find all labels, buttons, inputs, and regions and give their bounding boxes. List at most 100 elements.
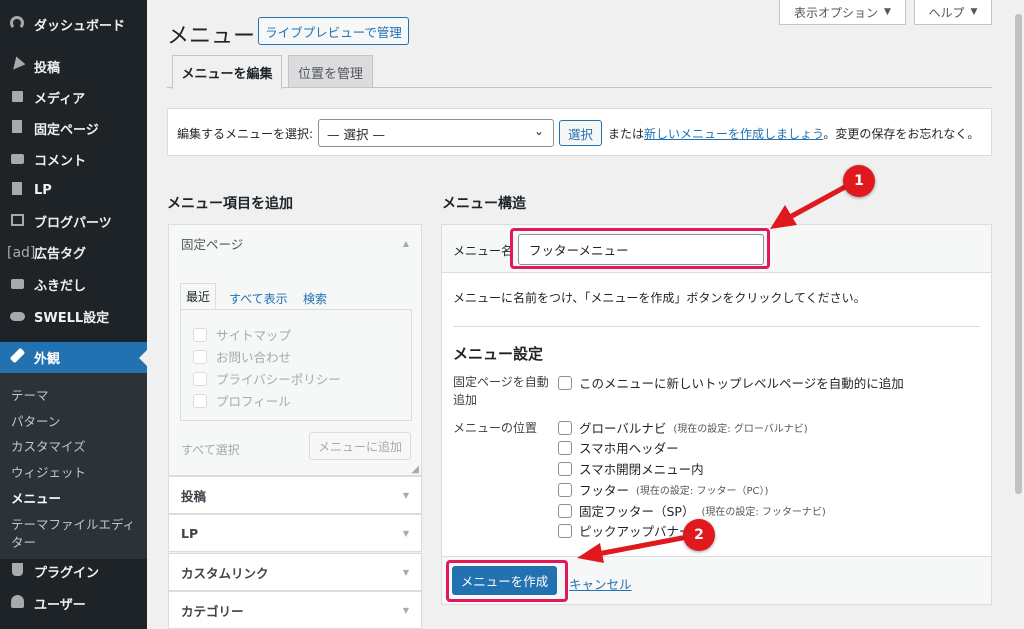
checkbox[interactable] [193,327,207,342]
caret-down-icon: ▼ [884,7,891,17]
live-preview-button[interactable]: ライブプレビューで管理 [258,17,409,45]
page-option-label: プロフィール [216,394,291,409]
sidebar-item-swell-settings[interactable]: SWELL設定 [0,301,147,332]
checkbox[interactable] [558,375,572,390]
select-all-label[interactable]: すべて選択 [181,441,240,458]
create-new-menu-link[interactable]: 新しいメニューを作成しましょう [644,127,823,141]
submenu-item-widgets[interactable]: ウィジェット [11,462,86,481]
checkbox[interactable] [558,503,572,518]
sidebar-item-label: メディア [34,92,86,107]
media-icon [7,90,27,106]
menu-edit-panel: メニュー名 フッターメニュー メニューに名前をつけ、「メニューを作成」ボタンをク… [441,224,992,605]
accordion-categories[interactable]: カテゴリー ▼ [168,591,422,629]
menu-select[interactable]: — 選択 — ⌄ [318,119,554,147]
pages-tab-search[interactable]: 検索 [303,290,327,307]
resize-handle-icon[interactable]: ◢ [411,464,419,475]
sidebar-item-lp[interactable]: LP [0,175,147,206]
chevron-up-icon: ▲ [402,238,409,248]
sidebar-item-label: SWELL設定 [34,311,110,326]
page-icon [7,120,27,137]
page-option-label: お問い合わせ [216,350,292,365]
accordion-posts[interactable]: 投稿 ▼ [168,476,422,514]
sidebar-item-ad-tags[interactable]: [ad] 広告タグ [0,237,147,268]
location-option[interactable]: スマホ用ヘッダー [558,438,679,457]
pages-checklist: サイトマップ お問い合わせ プライバシーポリシー プロフィール [180,309,412,421]
page-option-label: サイトマップ [216,328,292,343]
location-option-label: グローバルナビ [579,421,667,436]
submenu-item-themes[interactable]: テーマ [11,385,49,404]
sidebar-item-pages[interactable]: 固定ページ [0,113,147,144]
pages-tab-view-all[interactable]: すべて表示 [229,290,288,307]
location-option-label: スマホ用ヘッダー [579,441,679,456]
annotation-badge-2: 2 [683,519,715,551]
annotation-badge-1: 1 [843,165,875,197]
page-scrollbar[interactable] [1013,0,1024,629]
sidebar-item-label: プラグイン [34,566,100,581]
auto-add-label: 固定ページを自動 追加 [453,373,549,409]
select-or-text: または新しいメニューを作成しましょう。変更の保存をお忘れなく。 [608,125,979,142]
help-button[interactable]: ヘルプ ▼ [914,0,992,25]
scrollbar-thumb[interactable] [1015,14,1022,494]
checkbox[interactable] [193,349,207,364]
instruction-text: メニューに名前をつけ、「メニューを作成」ボタンをクリックしてください。 [453,291,866,305]
location-option[interactable]: スマホ開閉メニュー内 [558,459,704,478]
screen-options-button[interactable]: 表示オプション ▼ [779,0,906,25]
checkbox[interactable] [193,393,207,408]
sidebar-item-plugins[interactable]: プラグイン [0,556,147,587]
submenu-item-theme-file-editor[interactable]: テーマファイルエディ [11,514,135,533]
sidebar-item-media[interactable]: メディア [0,82,147,113]
checkbox[interactable] [558,482,572,497]
select-button[interactable]: 選択 [559,120,602,146]
highlight-menu-name [510,228,770,269]
menu-select-value: — 選択 — [327,126,385,142]
sidebar-item-posts[interactable]: 投稿 [0,51,147,82]
page-option[interactable]: お問い合わせ [193,347,291,366]
page-option-label: プライバシーポリシー [216,372,341,387]
checkbox[interactable] [193,371,207,386]
sidebar-item-label: ダッシュボード [34,19,126,34]
sidebar-item-label: 外観 [34,352,61,367]
accordion-custom-links-label: カスタムリンク [181,565,269,581]
chevron-down-icon: ▼ [402,490,409,500]
checkbox[interactable] [558,440,572,455]
pages-tab-recent[interactable]: 最近 [180,283,216,309]
menu-structure-heading: メニュー構造 [442,196,526,212]
accordion-lp[interactable]: LP ▼ [168,514,422,552]
accordion-pages-label: 固定ページ [181,236,244,252]
sidebar-item-blog-parts[interactable]: ブログパーツ [0,206,147,237]
pin-icon [7,56,27,75]
sidebar-item-users[interactable]: ユーザー [0,588,147,619]
accordion-custom-links[interactable]: カスタムリンク ▼ [168,553,422,591]
tab-manage-locations[interactable]: 位置を管理 [288,55,373,88]
cancel-link[interactable]: キャンセル [569,574,632,593]
auto-add-option[interactable]: このメニューに新しいトップレベルページを自動的に追加 [558,373,904,392]
tab-edit-menus[interactable]: メニューを編集 [172,55,282,89]
sidebar-item-label: コメント [34,154,87,169]
page-option[interactable]: プライバシーポリシー [193,369,341,388]
sidebar-item-dashboard[interactable]: ダッシュボード [0,9,147,40]
location-option[interactable]: 固定フッター（SP） (現在の設定: フッターナビ) [558,501,826,520]
sidebar-item-balloon[interactable]: ふきだし [0,269,147,300]
checkbox[interactable] [558,523,572,538]
submenu-item-theme-file-editor-cont[interactable]: ター [11,532,36,551]
location-option[interactable]: ピックアップバナー [558,521,692,540]
checkbox[interactable] [558,420,572,435]
sidebar-item-label: 広告タグ [34,247,87,262]
sidebar-item-appearance[interactable]: 外観 [0,342,147,373]
add-to-menu-button[interactable]: メニューに追加 [309,432,411,460]
checkbox[interactable] [558,461,572,476]
brush-icon [7,347,27,367]
page-option[interactable]: プロフィール [193,391,291,410]
sidebar-item-comments[interactable]: コメント [0,144,147,175]
page-option[interactable]: サイトマップ [193,325,291,344]
chevron-down-icon: ▼ [402,605,409,615]
submenu-item-menus[interactable]: メニュー [11,488,61,507]
submenu-item-patterns[interactable]: パターン [11,411,60,430]
select-menu-label: 編集するメニューを選択: [177,127,314,141]
swell-icon [7,309,27,325]
accordion-categories-label: カテゴリー [181,603,244,619]
location-option[interactable]: グローバルナビ (現在の設定: グローバルナビ) [558,418,808,437]
accordion-pages[interactable]: 固定ページ ▲ [168,224,422,262]
location-option[interactable]: フッター (現在の設定: フッター（PC）) [558,480,768,499]
submenu-item-customize[interactable]: カスタマイズ [11,436,86,455]
